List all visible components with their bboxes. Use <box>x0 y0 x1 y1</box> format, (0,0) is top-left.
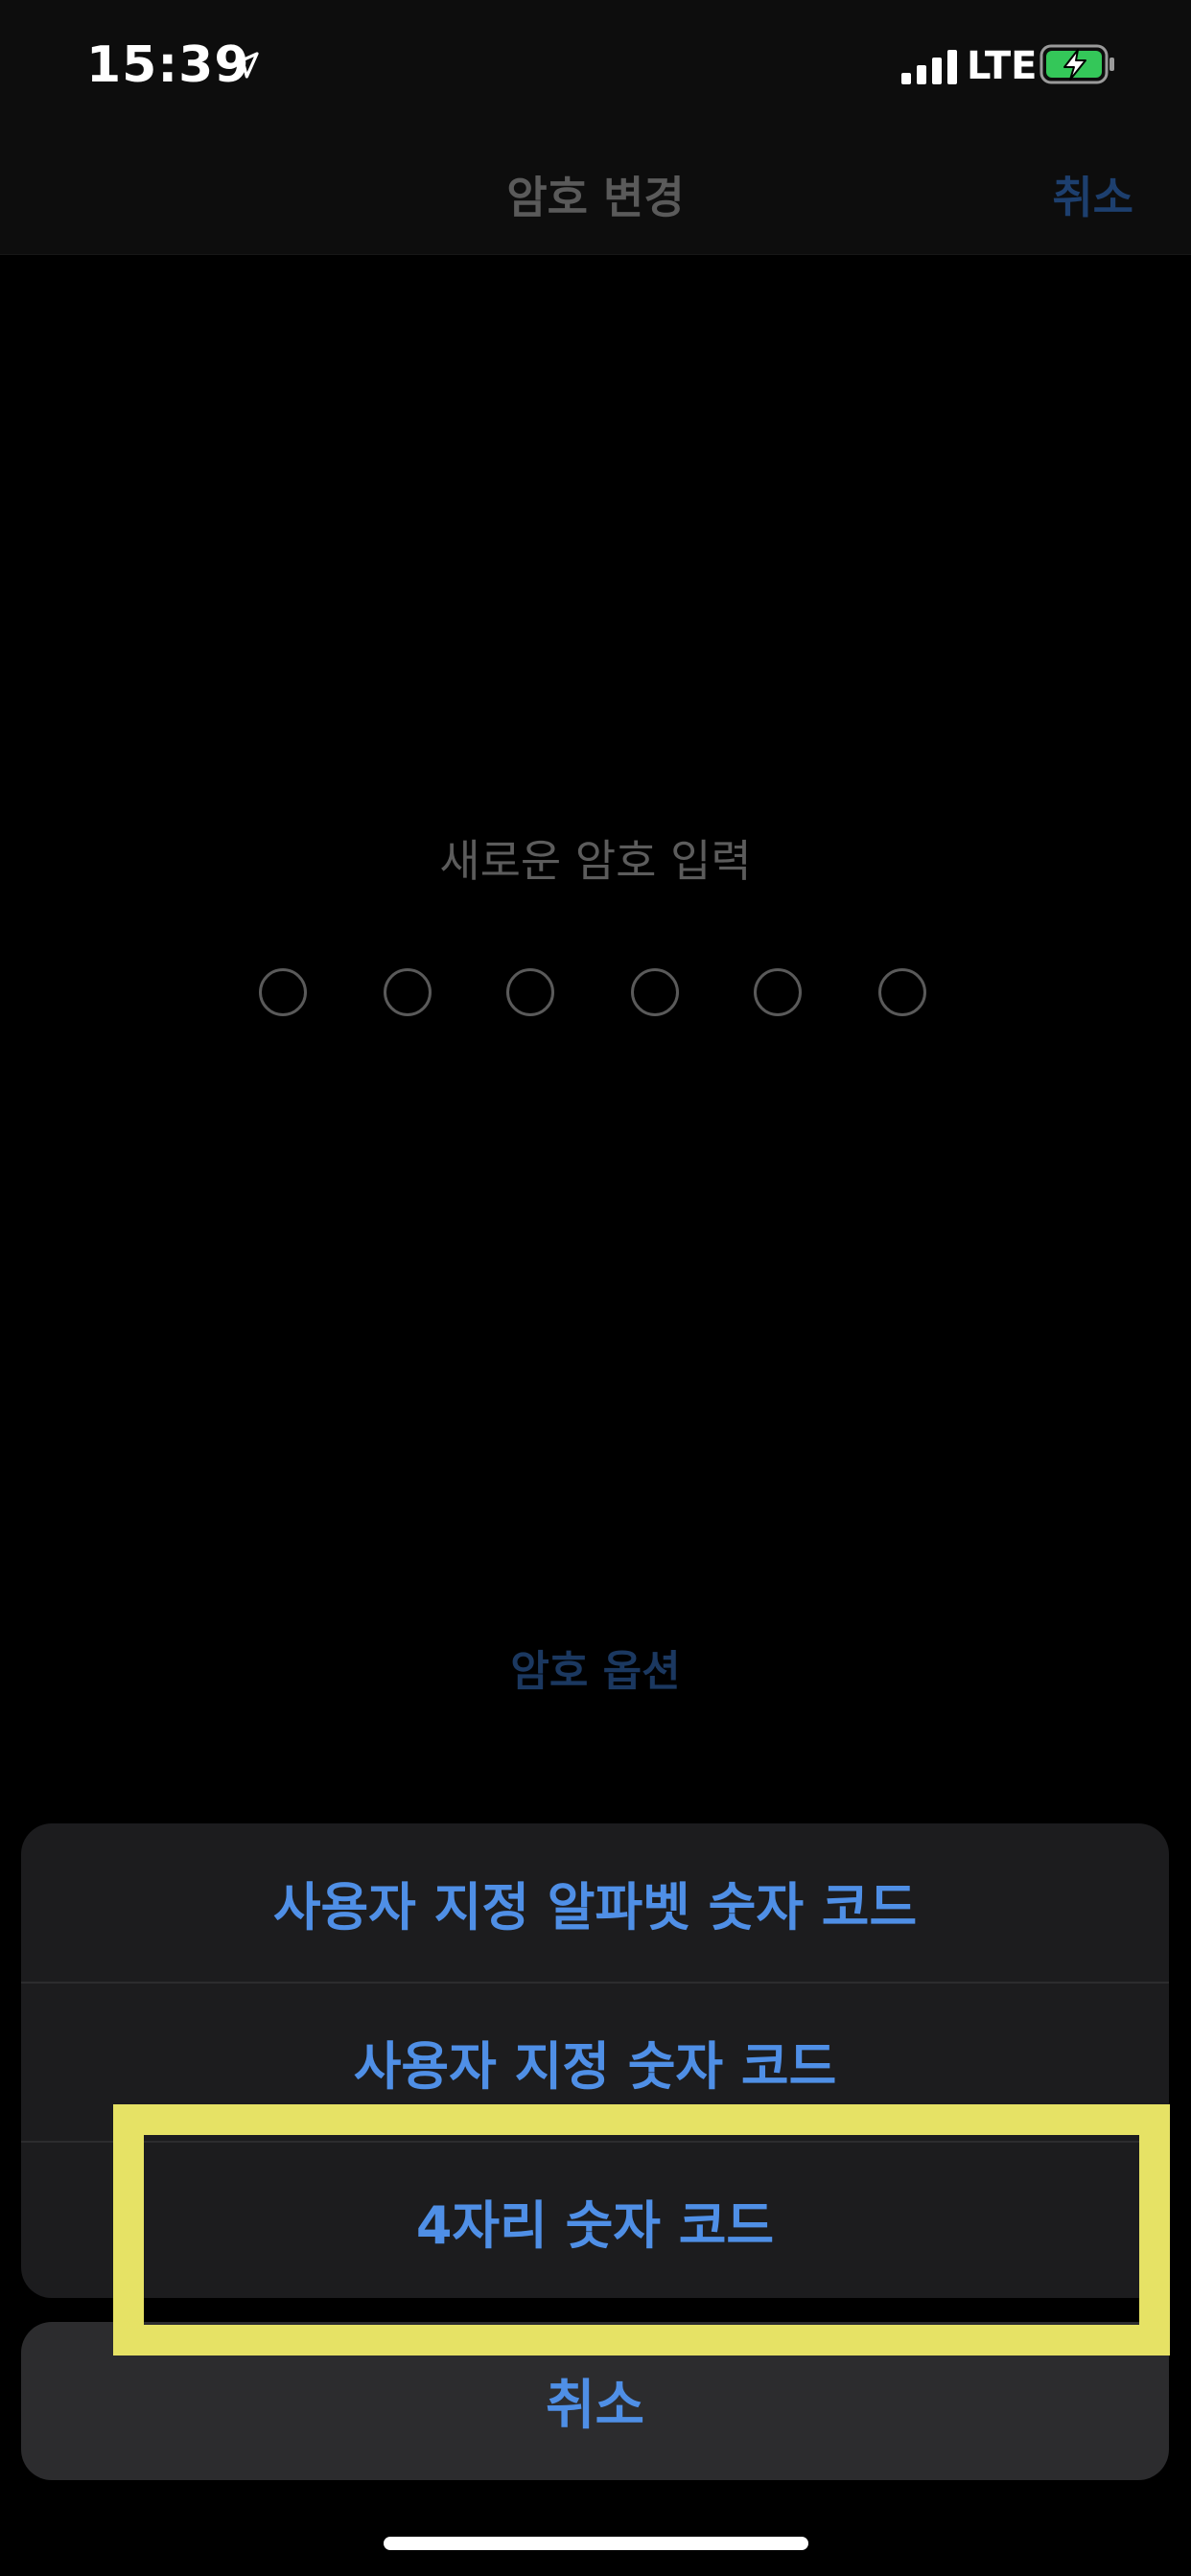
passcode-dot <box>631 968 679 1016</box>
passcode-dot <box>259 968 307 1016</box>
cellular-signal-icon <box>901 50 957 84</box>
status-time: 15:39 <box>86 36 250 94</box>
highlight-frame <box>113 2104 1170 2356</box>
passcode-dot <box>878 968 926 1016</box>
passcode-options-link[interactable]: 암호 옵션 <box>0 1636 1191 1698</box>
navigation-bar: 암호 변경 취소 <box>0 134 1191 255</box>
page-title: 암호 변경 <box>506 172 685 223</box>
passcode-dot <box>384 968 432 1016</box>
home-indicator <box>384 2537 808 2550</box>
passcode-dot <box>754 968 802 1016</box>
passcode-dots <box>259 968 932 1022</box>
passcode-prompt: 새로운 암호 입력 <box>439 835 752 887</box>
location-arrow-icon <box>232 52 259 79</box>
nav-cancel-button[interactable]: 취소 <box>1052 163 1133 226</box>
status-bar: 15:39 LTE <box>0 0 1191 134</box>
option-custom-alphanumeric[interactable]: 사용자 지정 알파벳 숫자 코드 <box>21 1823 1169 1982</box>
network-type-label: LTE <box>967 44 1038 88</box>
battery-charging-icon <box>1039 44 1114 84</box>
passcode-dot <box>506 968 554 1016</box>
